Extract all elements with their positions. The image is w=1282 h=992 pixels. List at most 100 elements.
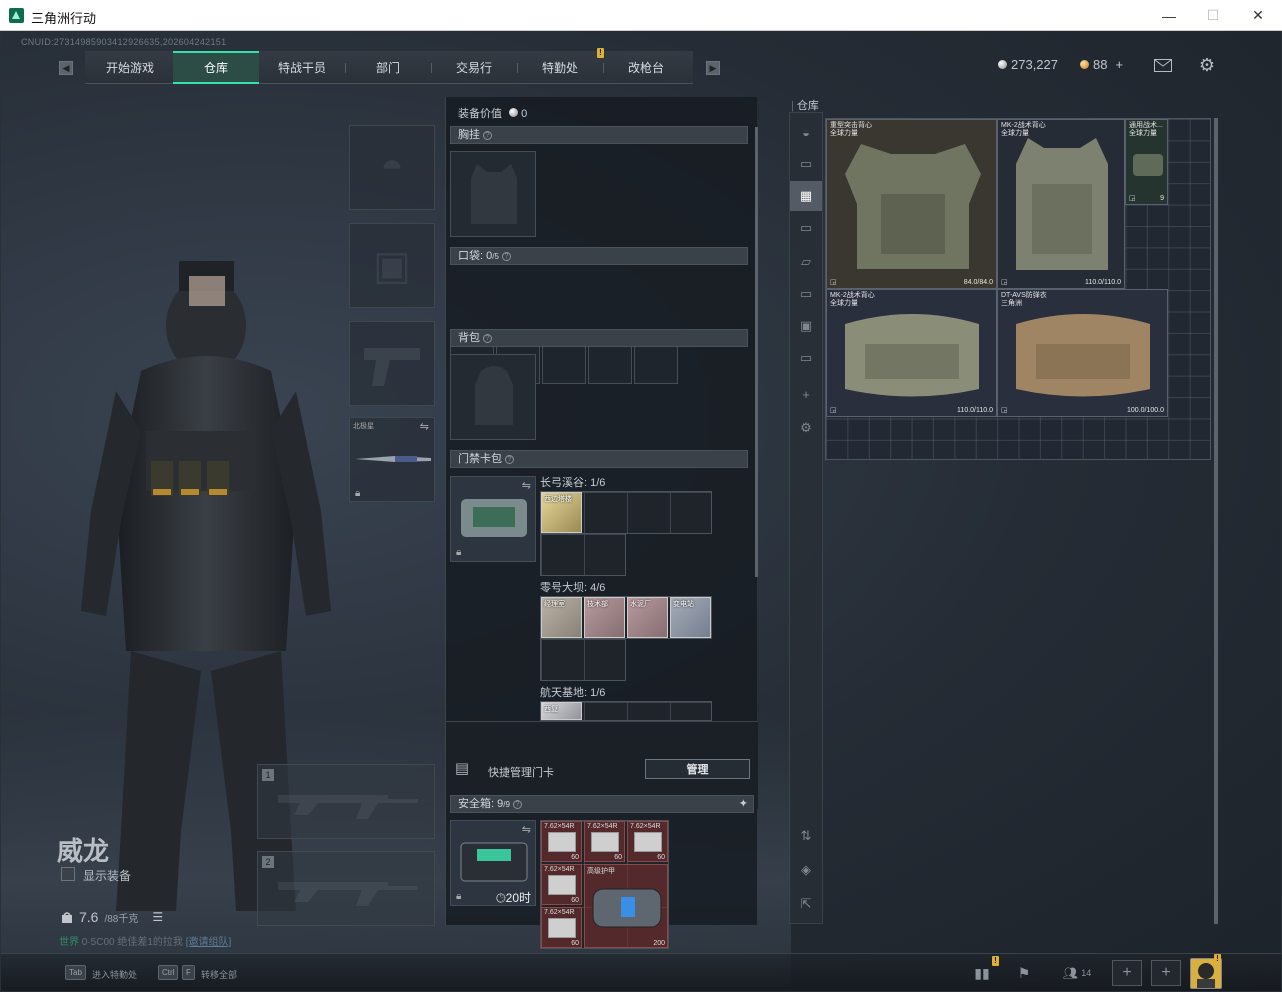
- ammo-box-icon: [548, 875, 576, 895]
- keycard-case-slot[interactable]: ⇋ 🔒︎: [450, 476, 536, 562]
- transfer-icon[interactable]: ⇱: [790, 889, 822, 919]
- gear-icon[interactable]: ⚙: [790, 413, 822, 443]
- keycard-item[interactable]: 西边塔楼: [541, 492, 582, 533]
- tab-special-ops[interactable]: 特勤处: [517, 51, 603, 84]
- tab-warehouse[interactable]: 仓库: [173, 51, 259, 84]
- bottom-bar: Tab 进入特勤处 Ctrl F 转移全部 ▮▮ ! ⚑ 👥︎ 14 + + !: [1, 953, 1281, 991]
- nav-prev-key[interactable]: ◀: [59, 61, 73, 75]
- rifle-filter-icon[interactable]: ▭: [790, 149, 822, 179]
- transfer-all-hint[interactable]: 转移全部: [201, 968, 237, 981]
- f-key: F: [182, 965, 195, 980]
- help-icon[interactable]: ?: [505, 455, 514, 464]
- show-gear-label: 显示装备: [83, 869, 132, 883]
- keycard-item[interactable]: 西复: [541, 702, 582, 720]
- keycard-label: 经理室: [544, 601, 565, 608]
- pin-icon[interactable]: ✦: [739, 796, 748, 812]
- ctrl-key: Ctrl: [158, 965, 179, 980]
- melee-slot[interactable]: 北极星 ⇋ 🔒︎: [349, 417, 435, 502]
- avatar-badge: !: [1214, 954, 1221, 964]
- swap-icon[interactable]: ⇋: [522, 479, 531, 492]
- item-durability: 9: [1160, 195, 1164, 202]
- app-icon: [9, 8, 24, 23]
- tab-trade[interactable]: 交易行: [431, 51, 517, 84]
- helmet-slot[interactable]: ◓: [349, 125, 435, 210]
- friends-icon: 👥︎: [1062, 966, 1078, 980]
- chest-rig-title: 胸挂: [458, 129, 480, 141]
- gold-currency[interactable]: 88 +: [1080, 57, 1123, 72]
- list-icon[interactable]: ☰: [152, 910, 163, 924]
- close-button[interactable]: ✕: [1235, 0, 1281, 31]
- ammo-item[interactable]: 7.62×54R 60: [541, 907, 582, 948]
- enter-special-ops-hint[interactable]: 进入特勤处: [92, 968, 137, 981]
- clock-icon: 🕒︎: [496, 891, 506, 905]
- help-icon[interactable]: ?: [512, 800, 522, 809]
- pistol-slot[interactable]: [349, 321, 435, 406]
- avs-armor-icon: [1016, 314, 1150, 397]
- warehouse-item[interactable]: DT-AVS防弹衣 三角洲 ◲ 100.0/100.0: [997, 289, 1168, 417]
- coin-icon: [509, 108, 519, 117]
- ammo-item[interactable]: 7.62×54R 60: [541, 821, 582, 862]
- operator-name: 威龙: [57, 837, 110, 867]
- warehouse-item[interactable]: MK-2战术背心 全球力量 ◲ 110.0/110.0: [997, 119, 1125, 289]
- keycard-item[interactable]: 经理室: [541, 597, 582, 638]
- tab-gunsmith[interactable]: 改枪台: [603, 51, 689, 84]
- gear-icon[interactable]: ⚙: [1196, 54, 1218, 76]
- keycard-label: 水泥厂: [630, 601, 651, 608]
- secondary-weapon-slot[interactable]: 2: [257, 851, 435, 926]
- gold-plus-icon[interactable]: +: [1115, 57, 1123, 72]
- keycard-grid[interactable]: [540, 638, 626, 681]
- keycard-grid[interactable]: [540, 533, 626, 576]
- tab-department[interactable]: 部门: [345, 51, 431, 84]
- chat-text: 绝佳差1的拉我: [117, 937, 183, 948]
- chest-rig-slot[interactable]: [450, 151, 536, 237]
- ammo-item[interactable]: 7.62×54R 60: [584, 821, 625, 862]
- warehouse-item[interactable]: 重型突击背心 全球力量 ◲ 84.0/84.0: [826, 119, 997, 289]
- ammo-item[interactable]: 7.62×54R 60: [541, 864, 582, 905]
- tab-start-game[interactable]: 开始游戏: [87, 51, 173, 84]
- swap-icon[interactable]: ⇋: [522, 823, 531, 836]
- warehouse-item[interactable]: 通用战术... 全球力量 ◲ 9: [1125, 119, 1168, 205]
- maximize-button[interactable]: ☐: [1190, 0, 1236, 31]
- keycard-item[interactable]: 水泥厂: [627, 597, 668, 638]
- add-tab-icon[interactable]: +: [790, 379, 822, 409]
- add-teammate-button[interactable]: +: [1151, 960, 1181, 986]
- mail-icon[interactable]: [1152, 54, 1174, 76]
- helmet-filter-icon[interactable]: ◒: [790, 117, 822, 147]
- nav-next-key[interactable]: ▶: [706, 61, 720, 75]
- primary-weapon-slot[interactable]: 1: [257, 764, 435, 839]
- weight-icon: [62, 912, 72, 923]
- armor-plate-item[interactable]: 高级护甲 200: [584, 864, 668, 948]
- help-icon[interactable]: ?: [483, 334, 492, 343]
- flag-icon[interactable]: ⚑: [1013, 962, 1035, 984]
- friends-button[interactable]: 👥︎ 14: [1057, 962, 1097, 984]
- invite-link[interactable]: [邀请组队]: [186, 937, 232, 948]
- window-titlebar: 三角洲行动 — ☐ ✕: [0, 0, 1282, 31]
- minimize-button[interactable]: —: [1146, 0, 1192, 31]
- help-icon[interactable]: ?: [501, 252, 511, 261]
- bag-filter-icon[interactable]: ▱: [790, 247, 822, 277]
- gun-filter-icon[interactable]: ▭: [790, 279, 822, 309]
- case-filter-icon[interactable]: ▭: [790, 213, 822, 243]
- layers-icon[interactable]: ◈: [790, 855, 822, 885]
- keycard-item[interactable]: 技术部: [584, 597, 625, 638]
- backpack-slot[interactable]: [450, 354, 536, 440]
- armor-plate-label: 高级护甲: [587, 868, 615, 875]
- help-icon[interactable]: ?: [483, 131, 492, 140]
- panel-scrollbar[interactable]: [755, 127, 758, 577]
- ammo-item[interactable]: 7.62×54R 60: [627, 821, 668, 862]
- swap-icon[interactable]: ⇋: [420, 420, 429, 433]
- warehouse-scrollbar[interactable]: [1214, 118, 1218, 924]
- tab-operators[interactable]: 特战干员: [259, 51, 345, 84]
- stats-icon[interactable]: ▮▮: [971, 962, 993, 984]
- armor-slot[interactable]: ▣: [349, 223, 435, 308]
- armor-filter-icon[interactable]: ▦: [790, 181, 822, 211]
- misc-filter-icon[interactable]: ▭: [790, 343, 822, 373]
- safe-box-slot[interactable]: ⇋ 🔒︎ 🕒︎20时: [450, 820, 536, 906]
- warehouse-item[interactable]: MK-2战术背心 全球力量 ◲ 110.0/110.0: [826, 289, 997, 417]
- show-gear-checkbox[interactable]: [61, 867, 75, 881]
- keycard-item[interactable]: 变电站: [670, 597, 711, 638]
- sort-icon[interactable]: ⇅: [790, 821, 822, 851]
- manage-button[interactable]: 管理: [645, 759, 750, 779]
- add-teammate-button[interactable]: +: [1112, 960, 1142, 986]
- medkit-filter-icon[interactable]: ▣: [790, 311, 822, 341]
